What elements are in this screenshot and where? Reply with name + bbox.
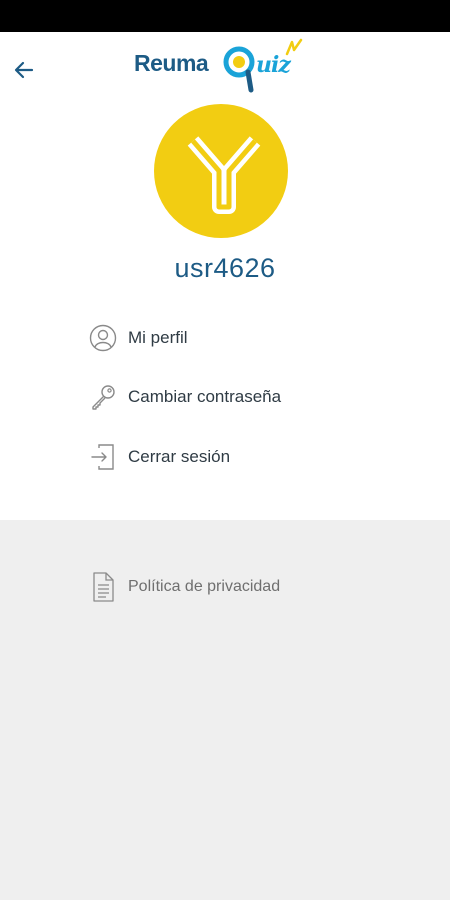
privacy-policy-link[interactable]: Política de privacidad <box>88 567 388 607</box>
menu-label-mi-perfil: Mi perfil <box>128 328 188 347</box>
reumaquiz-logo: Reuma uiz <box>130 38 325 94</box>
avatar[interactable] <box>154 104 288 238</box>
menu-label-cambiar-contrasena: Cambiar contraseña <box>128 387 282 406</box>
menu-item-cerrar-sesion[interactable]: Cerrar sesión <box>88 437 388 477</box>
arrow-left-icon <box>14 61 34 79</box>
key-icon <box>88 382 118 412</box>
logo-q-mark <box>223 46 255 93</box>
menu-label-cerrar-sesion: Cerrar sesión <box>128 447 231 466</box>
back-button[interactable] <box>6 52 42 88</box>
logout-icon <box>88 442 118 472</box>
status-bar <box>0 0 450 32</box>
menu-item-mi-perfil[interactable]: Mi perfil <box>88 318 388 358</box>
logo-sparkle-icon <box>285 38 303 56</box>
username: usr4626 <box>174 253 276 283</box>
user-circle-icon <box>88 323 118 353</box>
logo-text-reuma: Reuma <box>134 50 209 76</box>
antibody-y-icon <box>187 136 261 214</box>
document-icon <box>88 572 118 602</box>
privacy-policy-label: Política de privacidad <box>128 578 281 595</box>
menu-item-cambiar-contrasena[interactable]: Cambiar contraseña <box>88 377 388 417</box>
